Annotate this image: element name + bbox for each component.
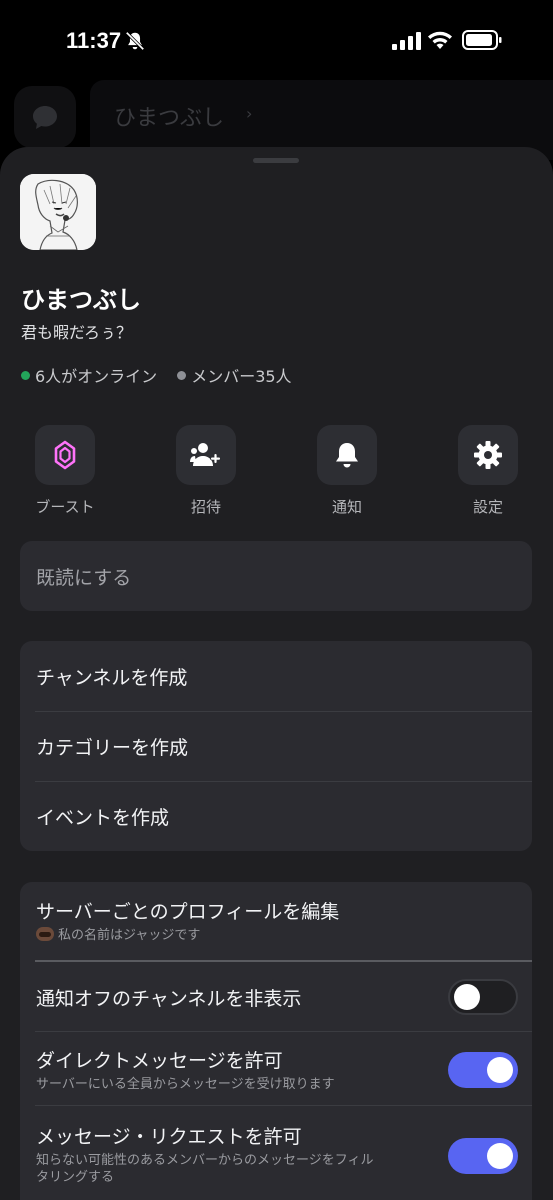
gear-icon bbox=[474, 441, 502, 469]
edit-server-profile-item[interactable]: サーバーごとのプロフィールを編集 私の名前はジャッジです bbox=[20, 897, 532, 944]
allow-requests-subtitle-1: 知らない可能性のあるメンバーからのメッセージをフィル bbox=[36, 1153, 374, 1168]
mark-as-read-button[interactable]: 既読にする bbox=[20, 541, 532, 611]
quick-actions: ブースト 招待 通知 設定 bbox=[0, 425, 553, 525]
server-icon bbox=[20, 174, 96, 250]
invite-user-icon bbox=[190, 443, 221, 466]
allow-requests-title: メッセージ・リクエストを許可 bbox=[36, 1126, 302, 1148]
settings-button[interactable]: 設定 bbox=[448, 425, 528, 517]
online-count: 6人がオンライン bbox=[35, 367, 158, 386]
toggle-knob bbox=[487, 1143, 513, 1169]
hide-muted-title: 通知オフのチャンネルを非表示 bbox=[36, 988, 302, 1010]
server-menu-sheet: ひまつぶし 君も暇だろぅ？ 6人がオンライン メンバー35人 ブースト 招待 通… bbox=[0, 147, 553, 1200]
dm-button bbox=[14, 86, 76, 148]
create-channel-item[interactable]: チャンネルを作成 bbox=[20, 641, 532, 711]
status-bar: 11:37 bbox=[0, 0, 553, 80]
bell-icon bbox=[336, 443, 358, 468]
server-name: ひまつぶし bbox=[21, 286, 141, 314]
boost-icon bbox=[54, 440, 76, 470]
nickname-text: 私の名前はジャッジです bbox=[58, 928, 201, 943]
section-divider bbox=[35, 960, 532, 962]
notifications-label: 通知 bbox=[331, 498, 362, 516]
create-category-item[interactable]: カテゴリーを作成 bbox=[20, 711, 532, 781]
create-menu-card: チャンネルを作成 カテゴリーを作成 イベントを作成 bbox=[20, 641, 532, 851]
boost-button-bg[interactable] bbox=[35, 425, 95, 485]
invite-button-bg[interactable] bbox=[176, 425, 236, 485]
server-settings-card: サーバーごとのプロフィールを編集 私の名前はジャッジです 通知オフのチャンネルを… bbox=[20, 882, 532, 1200]
member-dot bbox=[177, 370, 187, 380]
allow-requests-toggle[interactable] bbox=[448, 1138, 518, 1174]
chevron-right-icon: › bbox=[246, 104, 253, 123]
invite-label: 招待 bbox=[190, 498, 221, 516]
settings-button-bg[interactable] bbox=[458, 425, 518, 485]
status-time: 11:37 bbox=[66, 28, 122, 53]
edit-profile-subtitle: 私の名前はジャッジです bbox=[36, 927, 516, 944]
mark-read-card: 既読にする bbox=[20, 541, 532, 611]
member-count: メンバー35人 bbox=[191, 367, 292, 386]
bell-off-icon bbox=[125, 31, 145, 51]
allow-dm-toggle[interactable] bbox=[448, 1052, 518, 1088]
hide-muted-toggle[interactable] bbox=[448, 979, 518, 1015]
toggle-knob bbox=[487, 1057, 513, 1083]
online-dot bbox=[21, 370, 30, 380]
battery-icon bbox=[462, 30, 502, 50]
row-divider bbox=[35, 1031, 532, 1032]
create-event-item[interactable]: イベントを作成 bbox=[20, 781, 532, 851]
invite-button[interactable]: 招待 bbox=[166, 425, 246, 517]
allow-requests-subtitle-2: タリングする bbox=[36, 1170, 115, 1185]
notifications-button-bg[interactable] bbox=[317, 425, 377, 485]
cellular-signal-icon bbox=[392, 32, 421, 50]
chat-bubble-icon bbox=[33, 106, 57, 129]
allow-dm-subtitle: サーバーにいる全員からメッセージを受け取ります bbox=[36, 1077, 335, 1092]
drag-handle[interactable] bbox=[253, 158, 299, 163]
allow-dm-title: ダイレクトメッセージを許可 bbox=[36, 1050, 283, 1072]
boost-label: ブースト bbox=[35, 498, 95, 516]
server-description: 君も暇だろぅ？ bbox=[21, 323, 133, 342]
server-avatar-image bbox=[20, 174, 96, 250]
toggle-knob bbox=[454, 984, 480, 1010]
row-divider bbox=[35, 1105, 532, 1106]
settings-label: 設定 bbox=[472, 498, 503, 516]
edit-profile-title: サーバーごとのプロフィールを編集 bbox=[36, 901, 340, 923]
background-server-title: ひまつぶし bbox=[114, 106, 225, 131]
boost-button[interactable]: ブースト bbox=[25, 425, 105, 517]
server-stats: 6人がオンライン メンバー35人 bbox=[21, 363, 292, 387]
wifi-icon bbox=[428, 31, 452, 49]
member-avatar bbox=[36, 927, 54, 941]
notifications-button[interactable]: 通知 bbox=[307, 425, 387, 517]
